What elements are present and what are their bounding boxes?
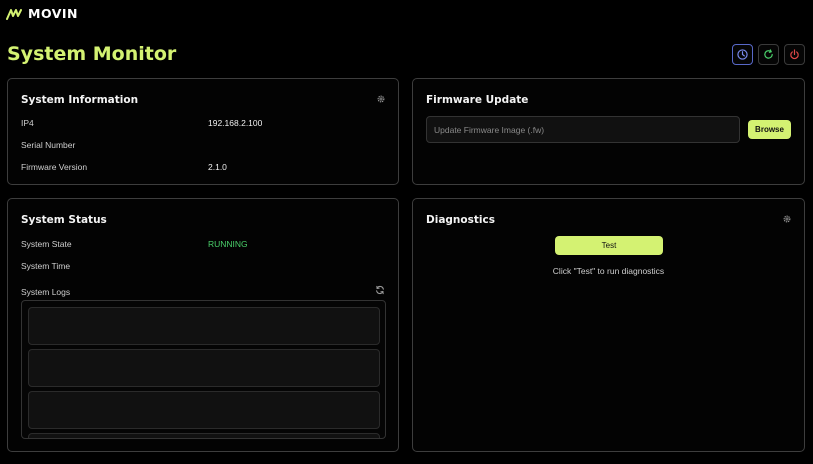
system-time-label: System Time (21, 261, 71, 271)
logs-refresh-icon[interactable] (375, 285, 385, 295)
firmware-update-card: Firmware Update Browse (412, 78, 805, 185)
clock-icon (737, 49, 748, 60)
system-state-label: System State (21, 239, 72, 249)
log-entry (28, 349, 380, 387)
serial-number-label: Serial Number (21, 140, 76, 150)
system-status-title: System Status (21, 214, 107, 226)
top-actions (732, 44, 805, 65)
page-title: System Monitor (7, 43, 177, 65)
ip4-value: 192.168.2.100 (208, 118, 263, 128)
refresh-icon (764, 49, 773, 59)
system-logs-label: System Logs (21, 287, 71, 297)
diagnostics-title: Diagnostics (426, 214, 495, 226)
brand: MOVIN (6, 6, 78, 21)
firmware-file-input[interactable] (426, 116, 740, 143)
gear-icon[interactable] (782, 214, 792, 224)
diagnostics-message: Click "Test" to run diagnostics (552, 266, 665, 276)
log-entry (28, 307, 380, 345)
log-entry (28, 433, 380, 438)
clock-button[interactable] (732, 44, 753, 65)
system-state-value: RUNNING (208, 239, 248, 249)
movin-logo-icon (6, 8, 22, 20)
power-button[interactable] (784, 44, 805, 65)
firmware-version-value: 2.1.0 (208, 162, 227, 172)
gear-icon[interactable] (376, 94, 386, 104)
firmware-update-title: Firmware Update (426, 94, 529, 106)
brand-name: MOVIN (28, 6, 79, 21)
browse-button[interactable]: Browse (748, 120, 791, 139)
log-entry (28, 391, 380, 429)
system-information-title: System Information (21, 94, 139, 106)
system-logs-list[interactable] (21, 300, 386, 439)
system-status-card: System Status System State RUNNING Syste… (7, 198, 399, 452)
refresh-button[interactable] (758, 44, 779, 65)
diagnostics-card: Diagnostics Test Click "Test" to run dia… (412, 198, 805, 452)
system-information-card: System Information IP4 192.168.2.100 Ser… (7, 78, 399, 185)
ip4-label: IP4 (21, 118, 34, 128)
firmware-version-label: Firmware Version (21, 162, 88, 172)
power-icon (790, 49, 799, 60)
test-button[interactable]: Test (555, 236, 663, 255)
